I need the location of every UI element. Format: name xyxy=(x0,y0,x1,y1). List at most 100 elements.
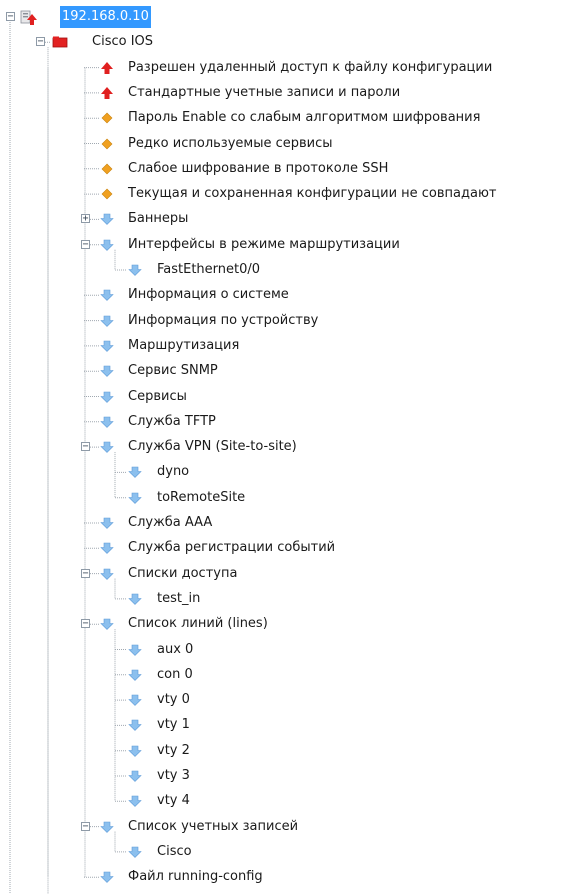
tree-node-label: dyno xyxy=(157,464,190,480)
tree-node[interactable]: FastEthernet0/0 xyxy=(0,259,572,281)
tree-node[interactable]: Файл running-config xyxy=(0,866,572,888)
collapse-toggle-icon[interactable]: − xyxy=(81,239,90,249)
tree-node-label: Информация о системе xyxy=(128,287,289,303)
tree-node[interactable]: Служба регистрации событий xyxy=(0,537,572,559)
info-arrow-icon xyxy=(128,465,142,479)
tree-node-label: FastEthernet0/0 xyxy=(157,262,261,277)
collapse-toggle-icon[interactable]: − xyxy=(81,568,90,578)
info-arrow-icon xyxy=(128,794,142,808)
tree-node-label: test_in xyxy=(157,590,201,606)
tree-node-label: Баннеры xyxy=(128,211,189,227)
tree-node-label: Служба AAA xyxy=(128,515,213,530)
info-arrow-icon xyxy=(128,718,142,732)
tree-node[interactable]: test_in xyxy=(0,588,572,610)
tree-node[interactable]: vty 2 xyxy=(0,740,572,762)
tree-node-label: Стандартные учетные записи и пароли xyxy=(128,84,401,100)
tree-node-label: Служба VPN (Site-to-site) xyxy=(128,439,297,455)
tree-node[interactable]: Слабое шифрование в протоколе SSH xyxy=(0,158,572,180)
tree-node[interactable]: con 0 xyxy=(0,664,572,686)
tree-node-label: vty 0 xyxy=(157,692,190,708)
tree-node[interactable]: toRemoteSite xyxy=(0,487,572,509)
info-arrow-icon xyxy=(100,364,114,378)
tree-node-label: Пароль Enable со слабым алгоритмом шифро… xyxy=(128,110,481,126)
medium-severity-icon xyxy=(100,111,114,125)
medium-severity-icon xyxy=(100,162,114,176)
tree-node-label: Слабое шифрование в протоколе SSH xyxy=(128,160,389,176)
info-arrow-icon xyxy=(100,820,114,834)
tree-node-label: vty 1 xyxy=(157,717,190,733)
info-arrow-icon xyxy=(100,288,114,302)
collapse-toggle-icon[interactable]: − xyxy=(6,12,15,22)
tree-node[interactable]: vty 0 xyxy=(0,689,572,711)
info-arrow-icon xyxy=(100,516,114,530)
collapse-toggle-icon[interactable]: − xyxy=(81,442,90,452)
tree-node-label: Сервис SNMP xyxy=(128,363,218,379)
tree-node-label: Список учетных записей xyxy=(128,818,299,834)
tree-node-label: Cisco IOS xyxy=(92,34,154,50)
tree-node[interactable]: dyno xyxy=(0,461,572,483)
tree-node[interactable]: Пароль Enable со слабым алгоритмом шифро… xyxy=(0,107,572,129)
tree-node-label: Маршрутизация xyxy=(128,337,240,353)
high-severity-icon xyxy=(100,61,114,75)
tree-node[interactable]: − Служба VPN (Site-to-site) xyxy=(0,436,572,458)
info-arrow-icon xyxy=(100,415,114,429)
tree-node[interactable]: vty 4 xyxy=(0,790,572,812)
tree-node[interactable]: + Баннеры xyxy=(0,208,572,230)
tree-node-label: Информация по устройству xyxy=(128,312,319,328)
tree-node[interactable]: Редко используемые сервисы xyxy=(0,133,572,155)
tree-node-label: Сервисы xyxy=(128,388,187,404)
scan-results-tree[interactable]: − 192.168.0.10 − Cisco IOS Разрешен удаленны… xyxy=(0,0,572,894)
tree-node[interactable]: Разрешен удаленный доступ к файлу конфиг… xyxy=(0,57,572,79)
tree-node[interactable]: Информация о системе xyxy=(0,284,572,306)
info-arrow-icon xyxy=(100,870,114,884)
tree-node-label: vty 4 xyxy=(157,793,190,809)
medium-severity-icon xyxy=(100,187,114,201)
tree-node[interactable]: − Списки доступа xyxy=(0,563,572,585)
tree-node[interactable]: Текущая и сохраненная конфигурации не со… xyxy=(0,183,572,205)
tree-node[interactable]: Служба AAA xyxy=(0,512,572,534)
tree-node[interactable]: − Список учетных записей xyxy=(0,816,572,838)
info-arrow-icon xyxy=(128,643,142,657)
info-arrow-icon xyxy=(100,617,114,631)
info-arrow-icon xyxy=(100,339,114,353)
tree-node[interactable]: − Интерфейсы в режиме маршрутизации xyxy=(0,234,572,256)
info-arrow-icon xyxy=(128,668,142,682)
tree-node[interactable]: Cisco xyxy=(0,841,572,863)
tree-node[interactable]: Маршрутизация xyxy=(0,335,572,357)
tree-node-label: vty 2 xyxy=(157,742,190,758)
tree-node-label: Служба TFTP xyxy=(128,413,216,429)
info-arrow-icon xyxy=(100,212,114,226)
tree-node-label: Списки доступа xyxy=(128,565,238,581)
collapse-toggle-icon[interactable]: − xyxy=(81,821,90,831)
tree-node[interactable]: Стандартные учетные записи и пароли xyxy=(0,82,572,104)
host-alert-icon xyxy=(20,10,37,25)
tree-node[interactable]: vty 3 xyxy=(0,765,572,787)
medium-severity-icon xyxy=(100,137,114,151)
collapse-toggle-icon[interactable]: − xyxy=(36,37,45,47)
info-arrow-icon xyxy=(128,263,142,277)
tree-node-label: con 0 xyxy=(157,666,193,682)
tree-node[interactable]: Служба TFTP xyxy=(0,411,572,433)
info-arrow-icon xyxy=(100,567,114,581)
info-arrow-icon xyxy=(128,491,142,505)
tree-node-label: vty 3 xyxy=(157,768,190,783)
info-arrow-icon xyxy=(100,440,114,454)
tree-node[interactable]: − Список линий (lines) xyxy=(0,613,572,635)
tree-node-label: Интерфейсы в режиме маршрутизации xyxy=(128,236,400,252)
info-arrow-icon xyxy=(128,769,142,783)
tree-node[interactable]: Информация по устройству xyxy=(0,310,572,332)
tree-node-label: Разрешен удаленный доступ к файлу конфиг… xyxy=(128,59,493,75)
tree-node[interactable]: vty 1 xyxy=(0,714,572,736)
tree-node[interactable]: Сервис SNMP xyxy=(0,360,572,382)
expand-toggle-icon[interactable]: + xyxy=(81,214,90,224)
tree-node[interactable]: aux 0 xyxy=(0,639,572,661)
tree-node-label: toRemoteSite xyxy=(157,489,246,505)
tree-node[interactable]: − Cisco IOS xyxy=(0,31,572,53)
tree-node[interactable]: Сервисы xyxy=(0,386,572,408)
info-arrow-icon xyxy=(100,390,114,404)
tree-node-label: 192.168.0.10 xyxy=(60,6,151,28)
tree-node[interactable]: − 192.168.0.10 xyxy=(0,6,572,28)
tree-node-label: Текущая и сохраненная конфигурации не со… xyxy=(128,186,497,202)
collapse-toggle-icon[interactable]: − xyxy=(81,619,90,629)
tree-node-label: aux 0 xyxy=(157,641,194,657)
